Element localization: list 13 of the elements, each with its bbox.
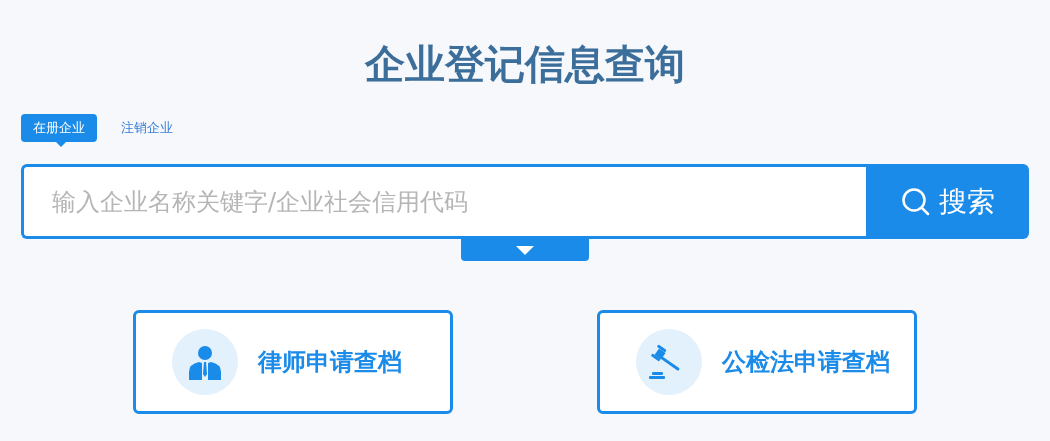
- page-title: 企业登记信息查询: [365, 40, 685, 89]
- search-button[interactable]: 搜索: [866, 164, 1029, 239]
- expand-toggle[interactable]: [461, 239, 589, 261]
- person-icon: [187, 344, 223, 380]
- search-field[interactable]: 输入企业名称关键字/企业社会信用代码: [21, 164, 866, 239]
- card-label: 公检法申请查档: [722, 347, 890, 378]
- query-card[interactable]: 律师申请查档: [133, 310, 453, 414]
- tab-pointer: [55, 141, 67, 147]
- card-label: 律师申请查档: [258, 347, 402, 378]
- query-card[interactable]: 公检法申请查档: [597, 310, 917, 414]
- tab[interactable]: 注销企业: [109, 114, 185, 142]
- search-icon: [900, 186, 931, 217]
- caret-icon: [516, 245, 534, 255]
